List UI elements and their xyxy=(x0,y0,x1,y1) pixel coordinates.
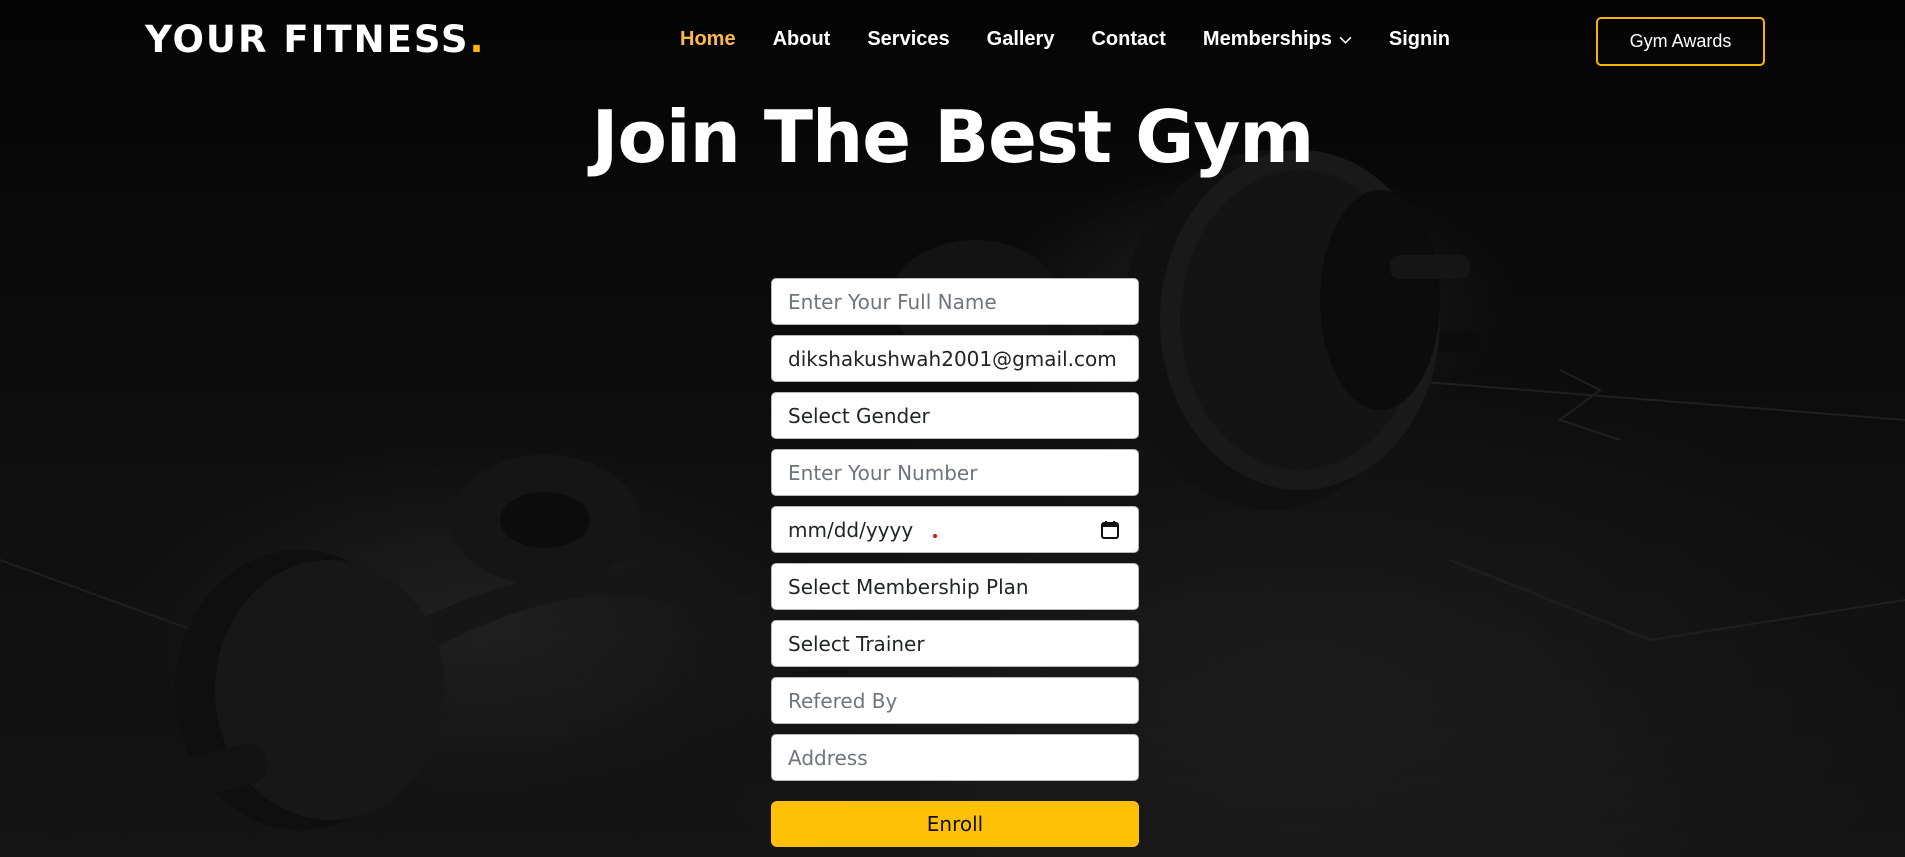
trainer-selected: Select Trainer xyxy=(788,631,925,656)
site-header: YOUR FITNESS. Home About Services Galler… xyxy=(0,0,1905,84)
nav-memberships-label: Memberships xyxy=(1202,28,1332,50)
trainer-select[interactable]: Select Trainer xyxy=(771,620,1139,667)
dob-date-input[interactable]: mm/dd/yyyy xyxy=(771,506,1139,553)
number-input[interactable]: Enter Your Number xyxy=(771,449,1139,496)
referred-by-input[interactable]: Refered By xyxy=(771,677,1139,724)
logo-text: YOUR FITNESS xyxy=(145,18,470,61)
dob-display: mm/dd/yyyy xyxy=(788,517,914,542)
full-name-input[interactable]: Enter Your Full Name xyxy=(771,278,1139,325)
nav-services[interactable]: Services xyxy=(867,28,949,51)
page-title: Join The Best Gym xyxy=(591,95,1315,179)
gender-selected: Select Gender xyxy=(788,403,930,428)
nav-memberships[interactable]: Memberships xyxy=(1203,28,1352,51)
nav-contact[interactable]: Contact xyxy=(1091,28,1165,51)
address-placeholder: Address xyxy=(788,745,868,770)
number-placeholder: Enter Your Number xyxy=(788,460,978,485)
email-value: dikshakushwah2001@gmail.com xyxy=(788,346,1117,371)
address-input[interactable]: Address xyxy=(771,734,1139,781)
main-nav: Home About Services Gallery Contact Memb… xyxy=(680,28,1487,51)
enroll-button[interactable]: Enroll xyxy=(771,801,1139,847)
gym-awards-button[interactable]: Gym Awards xyxy=(1596,17,1765,66)
full-name-placeholder: Enter Your Full Name xyxy=(788,289,997,314)
gender-select[interactable]: Select Gender xyxy=(771,392,1139,439)
referred-by-placeholder: Refered By xyxy=(788,688,898,713)
logo-dot: . xyxy=(469,18,486,61)
chevron-down-icon xyxy=(1339,36,1352,44)
membership-selected: Select Membership Plan xyxy=(788,574,1029,599)
site-logo[interactable]: YOUR FITNESS. xyxy=(145,18,486,61)
calendar-icon[interactable] xyxy=(1100,520,1120,540)
enroll-form: Enter Your Full Name dikshakushwah2001@g… xyxy=(771,278,1139,847)
cursor-marker xyxy=(933,534,937,538)
nav-home[interactable]: Home xyxy=(680,28,736,51)
membership-plan-select[interactable]: Select Membership Plan xyxy=(771,563,1139,610)
nav-about[interactable]: About xyxy=(773,28,831,51)
nav-gallery[interactable]: Gallery xyxy=(987,28,1055,51)
nav-signin[interactable]: Signin xyxy=(1389,28,1450,51)
email-input[interactable]: dikshakushwah2001@gmail.com xyxy=(771,335,1139,382)
